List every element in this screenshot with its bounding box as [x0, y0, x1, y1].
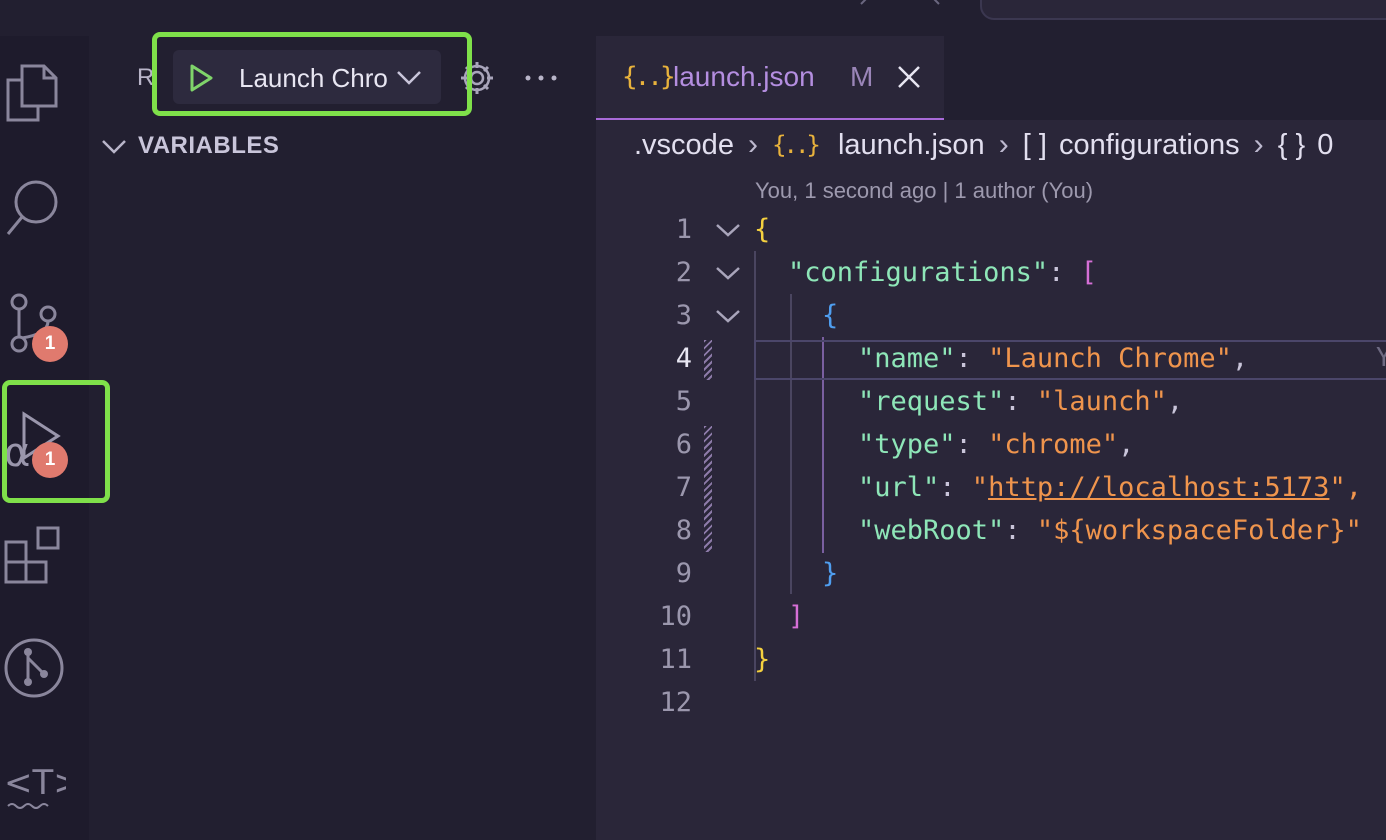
search-icon	[6, 180, 58, 235]
line-number: 8	[675, 515, 692, 546]
line-number: 3	[675, 300, 692, 331]
json-string-quote: "	[971, 472, 989, 503]
brace: {	[822, 300, 839, 331]
line-number: 5	[675, 386, 692, 417]
colon: :	[1004, 386, 1037, 417]
colon: :	[955, 429, 989, 460]
code-line: 11 }	[596, 638, 1386, 681]
git-graph-icon	[4, 638, 64, 698]
comma: ,	[1166, 386, 1184, 417]
svg-text:<T>: <T>	[4, 763, 66, 803]
activity-search[interactable]	[0, 176, 66, 246]
url-link[interactable]: http://localhost:5173	[988, 472, 1329, 503]
code-line: 12	[596, 681, 1386, 724]
json-string: "launch"	[1036, 386, 1167, 417]
more-actions-icon[interactable]	[524, 74, 558, 82]
run-debug-highlight-box	[2, 380, 110, 503]
activity-source-control[interactable]: 1	[0, 292, 68, 362]
activity-text-tool[interactable]: <T>	[0, 752, 66, 822]
json-key: "name"	[858, 343, 956, 374]
chevron-right-icon: ›	[1253, 128, 1264, 162]
code-line: 1 {	[596, 208, 1386, 251]
line-number: 12	[659, 687, 692, 718]
comma: ,	[1118, 429, 1135, 460]
breadcrumb-folder[interactable]: .vscode	[634, 129, 734, 162]
fold-chevron-icon[interactable]	[714, 304, 742, 328]
bracket: ]	[788, 601, 805, 632]
code-line: 7 "url": "http://localhost:5173",	[596, 466, 1386, 509]
bracket: [	[1080, 257, 1097, 288]
modified-indicator: M	[850, 61, 874, 92]
json-key: "url"	[858, 472, 940, 503]
code-line: 8 "webRoot": "${workspaceFolder}"	[596, 509, 1386, 552]
text-icon: <T>	[4, 763, 66, 809]
line-number: 2	[675, 257, 692, 288]
code-line: 3 {	[596, 294, 1386, 337]
line-number: 7	[675, 472, 692, 503]
brace: }	[754, 644, 771, 675]
launch-highlight-box	[152, 32, 472, 116]
json-file-icon: {..}	[622, 62, 676, 92]
fold-chevron-icon[interactable]	[714, 261, 742, 285]
scm-badge: 1	[32, 326, 68, 362]
line-number: 10	[659, 601, 692, 632]
brace: }	[822, 558, 839, 589]
editor-area: {..} launch.json M .vscode › {..} launch…	[596, 36, 1386, 840]
variables-section-label: VARIABLES	[138, 132, 280, 159]
breadcrumb: .vscode › {..} launch.json › [ ] configu…	[634, 128, 1333, 164]
json-file-icon: {..}	[772, 131, 821, 160]
colon: :	[1004, 515, 1037, 546]
array-icon: [ ]	[1022, 128, 1047, 161]
nav-back-icon[interactable]	[855, 0, 875, 14]
close-icon[interactable]	[896, 64, 922, 90]
chevron-right-icon: ›	[748, 128, 759, 162]
json-key: "request"	[858, 386, 1005, 417]
explorer-icon	[6, 64, 58, 122]
breadcrumb-object[interactable]: 0	[1317, 129, 1333, 162]
breadcrumb-file[interactable]: launch.json	[838, 129, 985, 162]
code-line: 2 "configurations": [	[596, 251, 1386, 294]
json-string: "chrome"	[988, 429, 1119, 460]
chevron-right-icon: ›	[998, 128, 1009, 162]
chevron-down-icon	[102, 140, 126, 154]
colon: :	[939, 472, 972, 503]
colon: :	[955, 343, 989, 374]
line-number: 4	[675, 343, 692, 374]
line-number: 11	[659, 644, 692, 675]
code-line: 6 "type": "chrome",	[596, 423, 1386, 466]
git-blame-codelens[interactable]: You, 1 second ago | 1 author (You)	[755, 178, 1093, 204]
comma: ,	[1231, 343, 1249, 374]
json-key: "type"	[858, 429, 956, 460]
title-bar	[0, 0, 1386, 36]
inline-blame: Y	[1376, 343, 1386, 373]
json-string-end: ",	[1329, 472, 1362, 503]
activity-git-graph[interactable]	[0, 636, 66, 706]
tab-label: launch.json	[673, 61, 815, 92]
json-string: "${workspaceFolder}"	[1036, 515, 1362, 546]
json-key: "webRoot"	[858, 515, 1005, 546]
variables-section-header[interactable]: VARIABLES	[101, 128, 581, 164]
json-string: "Launch Chrome"	[988, 343, 1232, 374]
line-number: 9	[675, 558, 692, 589]
tab-launch-json[interactable]: {..} launch.json M	[596, 36, 944, 120]
run-debug-sidebar: R Launch Chrome VARIABLES	[89, 36, 596, 840]
code-line: 5 "request": "launch",	[596, 380, 1386, 423]
activity-extensions[interactable]	[0, 522, 66, 592]
extensions-icon	[4, 526, 60, 584]
code-line: 4 "name": "Launch Chrome", Y	[596, 337, 1386, 380]
activity-explorer[interactable]	[0, 60, 66, 130]
brace: {	[754, 214, 771, 245]
colon: :	[1048, 257, 1081, 288]
breadcrumb-configurations[interactable]: configurations	[1059, 129, 1240, 162]
code-line: 9 }	[596, 552, 1386, 595]
nav-forward-icon[interactable]	[925, 0, 945, 14]
tab-bar: {..} launch.json M	[596, 36, 1386, 120]
object-icon: { }	[1277, 128, 1306, 161]
command-center-search[interactable]	[980, 0, 1386, 20]
code-line: 10 ]	[596, 595, 1386, 638]
json-key: "configurations"	[788, 257, 1049, 288]
fold-chevron-icon[interactable]	[714, 218, 742, 242]
line-number: 1	[675, 214, 692, 245]
line-number: 6	[675, 429, 692, 460]
